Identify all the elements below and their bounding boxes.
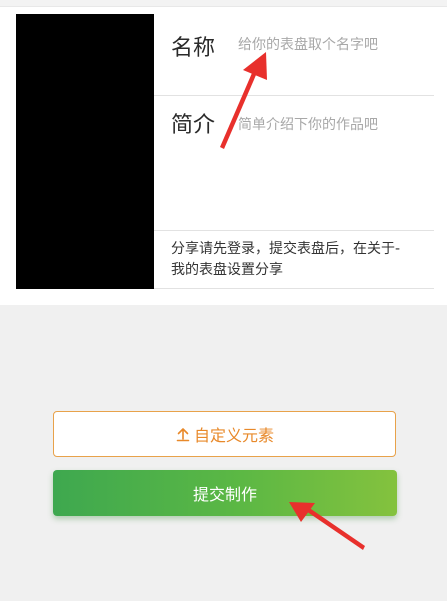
submit-button[interactable]: 提交制作 [53,470,397,516]
submit-label: 提交制作 [192,485,257,504]
intro-textarea[interactable] [238,114,413,214]
share-note: 分享请先登录，提交表盘后，在关于-我的表盘设置分享 [171,241,401,278]
intro-row-divider [154,230,434,231]
name-label: 名称 [171,36,216,61]
upload-icon [176,428,190,442]
form-card: 名称 简介 分享请先登录，提交表盘后，在关于-我的表盘设置分享 [0,0,447,305]
top-edge [0,0,447,7]
custom-element-label: 自定义元素 [193,426,274,445]
name-row-divider [154,95,434,96]
watchface-preview-image[interactable] [16,14,154,289]
custom-element-button[interactable]: 自定义元素 [53,411,396,457]
name-input[interactable] [238,35,408,55]
share-row-divider [154,288,434,289]
intro-label: 简介 [171,113,216,138]
